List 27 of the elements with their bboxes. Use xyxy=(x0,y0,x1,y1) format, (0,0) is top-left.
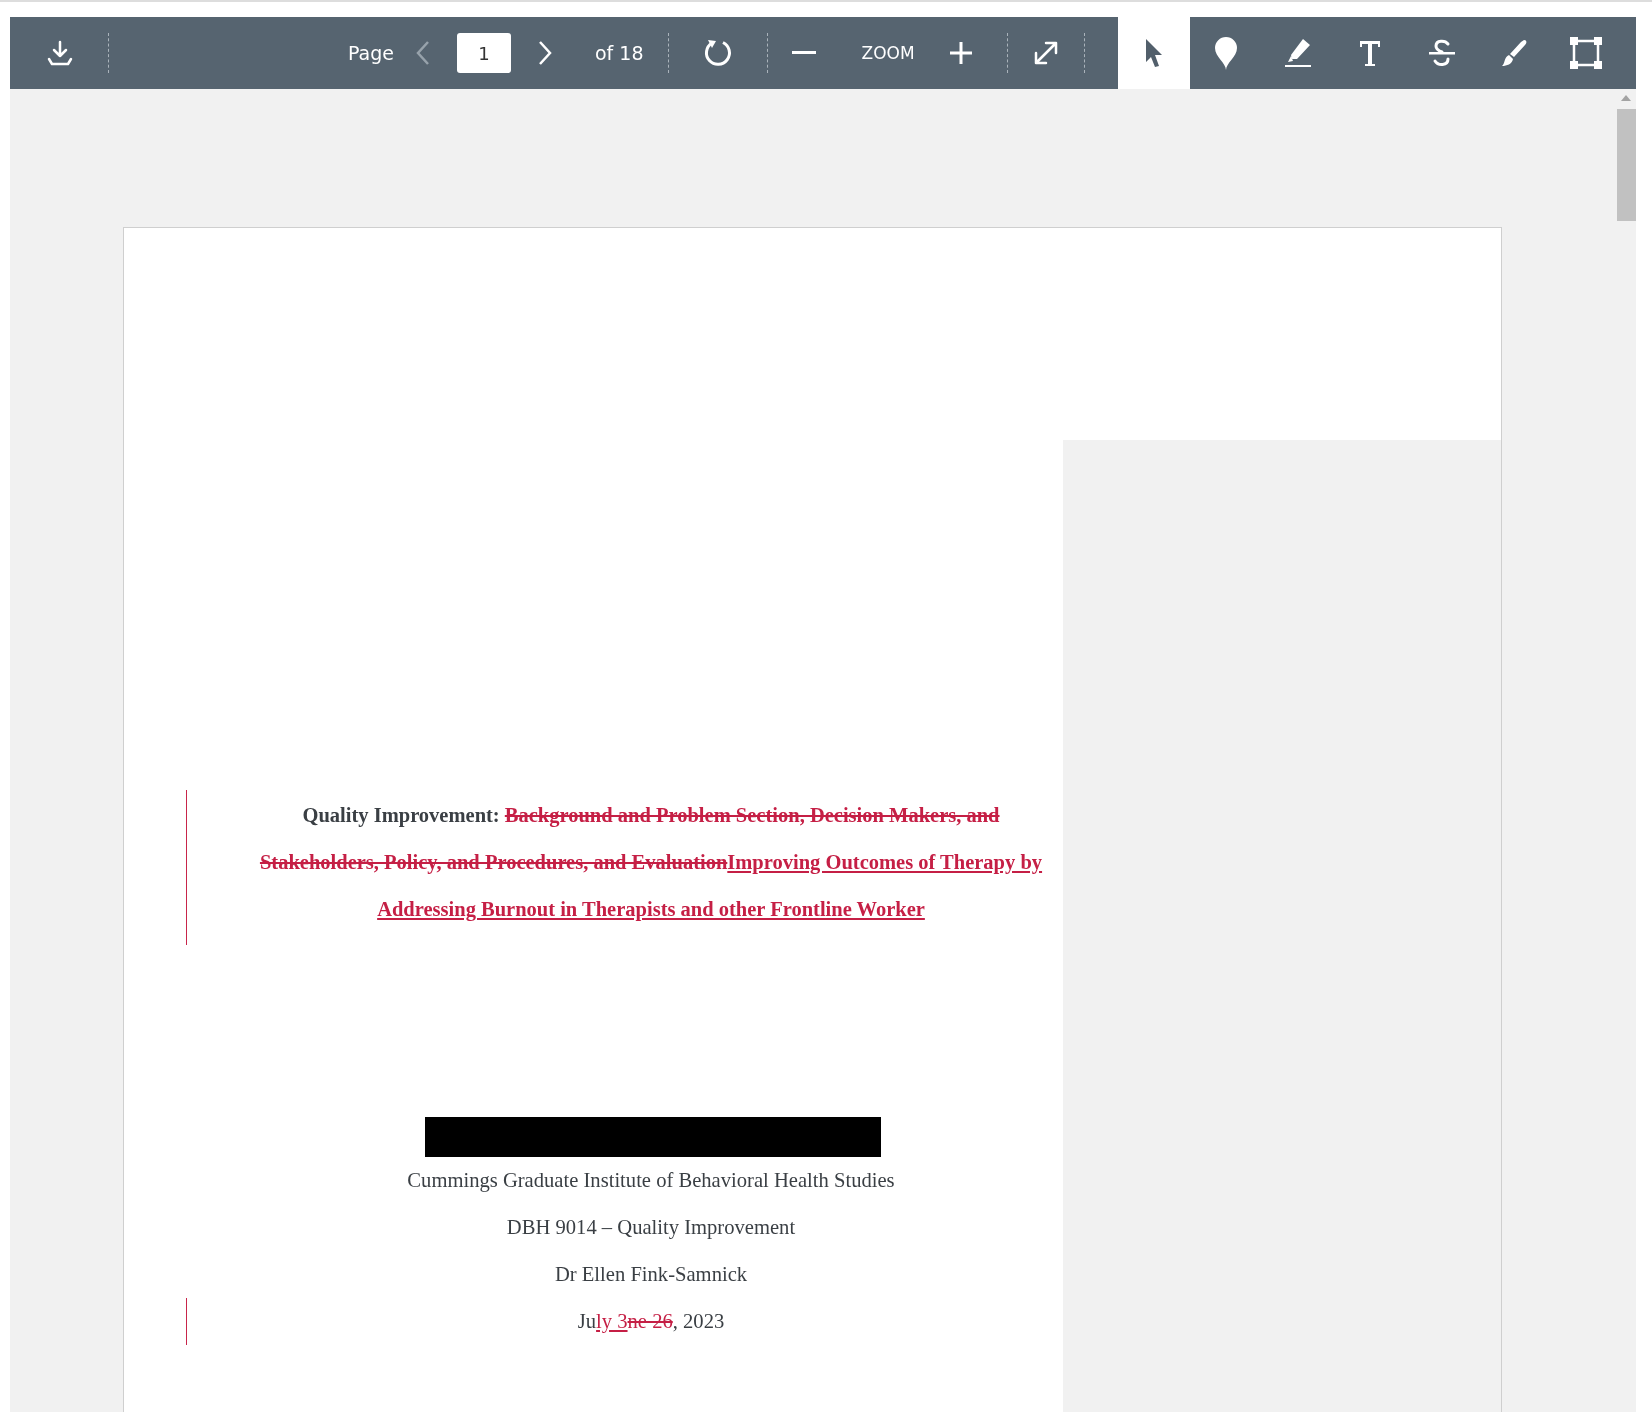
rotate-icon xyxy=(702,38,733,68)
rectangle-select-icon xyxy=(1569,36,1603,70)
cursor-icon xyxy=(1143,37,1165,69)
brush-icon xyxy=(1499,37,1529,69)
document-date: July 3ne 26, 2023 xyxy=(576,1309,726,1335)
document-line: DBH 9014 – Quality Improvement xyxy=(505,1215,797,1241)
rotate-button[interactable] xyxy=(702,38,733,68)
download-button[interactable] xyxy=(46,39,74,67)
document-line: Cummings Graduate Institute of Behavioral Health Studies xyxy=(406,1168,896,1194)
document-title: Quality Improvement: Background and Problem Section, Decision Makers, and Stakeholders, Policy, and Procedures, and EvaluationImproving Outcomes of Therapy by Addressing Burnout in Therapists and other Frontline Worker xyxy=(258,803,1044,923)
zoom-label: ZOOM xyxy=(861,43,915,63)
next-page-button[interactable] xyxy=(538,40,552,66)
page-number-field[interactable]: 1 xyxy=(457,33,511,73)
page-count: of 18 xyxy=(595,42,644,64)
scrollbar-thumb[interactable] xyxy=(1616,109,1636,221)
strikethrough-icon xyxy=(1427,37,1457,69)
document-line: Dr Ellen Fink-Samnick xyxy=(553,1262,749,1287)
highlighter-icon xyxy=(1283,37,1313,69)
download-icon xyxy=(46,39,74,67)
zoom-out-button[interactable] xyxy=(791,51,816,55)
page-label: Page xyxy=(348,42,394,64)
text-icon xyxy=(1358,38,1382,68)
plus-icon xyxy=(948,41,973,65)
zoom-in-button[interactable] xyxy=(948,41,973,65)
annotation-tool-button[interactable] xyxy=(1118,17,1190,89)
pin-icon xyxy=(1213,35,1239,71)
minus-icon xyxy=(791,51,816,55)
